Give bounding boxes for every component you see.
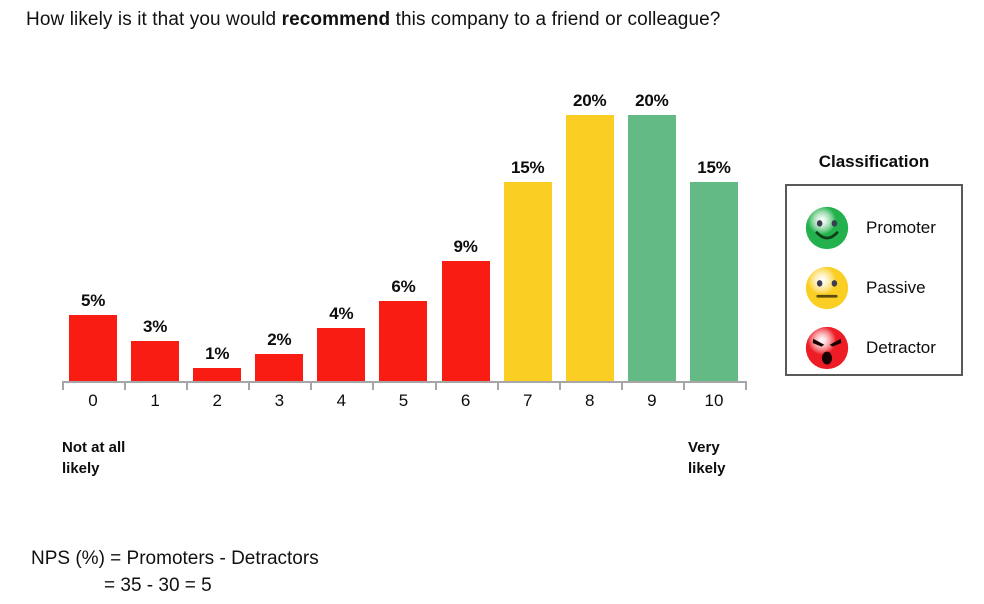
x-axis-labels: 0 1 2 3 4 5 6 7 8 9 10: [62, 391, 746, 417]
x-axis-label: 3: [274, 391, 285, 410]
bar[interactable]: [255, 354, 304, 381]
x-axis-tick: [310, 381, 313, 390]
x-axis-ticks: [62, 381, 747, 390]
nps-formula: NPS (%) = Promoters - Detractors = 35 - …: [31, 545, 319, 599]
x-axis-label: 4: [336, 391, 347, 410]
x-axis-label: 7: [522, 391, 533, 410]
x-axis-tick: [248, 381, 251, 390]
bar[interactable]: [379, 301, 428, 381]
x-axis-label: 8: [585, 391, 595, 410]
axis-anchor-low-line2: likely: [62, 460, 100, 477]
x-axis-label: 5: [398, 391, 409, 410]
bar[interactable]: [193, 367, 242, 381]
bar-value-label: 1%: [205, 343, 230, 363]
bar-value-label: 6%: [391, 277, 416, 297]
legend-item-promoter[interactable]: Promoter: [787, 202, 961, 254]
bar-value-label: 15%: [510, 157, 545, 177]
axis-anchor-high-line2: likely: [688, 460, 726, 477]
axis-anchor-low: Not at all likely: [62, 437, 182, 479]
bar-slot: 9%: [435, 60, 497, 381]
smile-face-icon: [805, 206, 849, 250]
bar-value-label: 4%: [329, 303, 354, 323]
bar-slot: 3%: [124, 60, 186, 381]
x-axis-tick: [434, 381, 437, 390]
x-axis-tick: [186, 381, 189, 390]
bar[interactable]: [503, 181, 552, 381]
bar[interactable]: [441, 261, 490, 381]
x-axis-tick: [745, 381, 747, 390]
bar[interactable]: [131, 341, 180, 381]
axis-anchor-low-line1: Not at all: [62, 439, 126, 456]
bar-slot: 5%: [62, 60, 124, 381]
x-axis-tick: [620, 381, 623, 390]
nps-bar-chart: 5% 3% 1% 2% 4% 6% 9% 15% 20% 20% 15% 0 1 2 3 4 5 6 7 8 9 10 …: [0, 0, 760, 500]
bar-value-label: 20%: [573, 91, 607, 110]
bar-value-label: 2%: [267, 330, 292, 350]
legend-item-label: Detractor: [866, 338, 936, 357]
legend-item-label: Passive: [866, 278, 926, 297]
x-axis-tick: [496, 381, 499, 390]
chart-plot-area: 5% 3% 1% 2% 4% 6% 9% 15% 20% 20% 15%: [62, 60, 745, 381]
bar[interactable]: [565, 115, 614, 381]
bar[interactable]: [69, 314, 118, 381]
nps-formula-line1: NPS (%) = Promoters - Detractors: [31, 548, 319, 569]
x-axis-tick: [558, 381, 561, 390]
bar-value-label: 20%: [635, 91, 669, 110]
x-axis-label: 10: [704, 391, 724, 410]
bar-slot: 4%: [310, 60, 372, 381]
x-axis-tick: [682, 381, 685, 390]
x-axis-label: 0: [88, 391, 98, 410]
bar-value-label: 3%: [143, 317, 168, 337]
nps-formula-line2: = 35 - 30 = 5: [104, 575, 212, 596]
legend-item-passive[interactable]: Passive: [787, 262, 961, 314]
x-axis-label: 6: [460, 391, 471, 410]
bar-slot: 20%: [559, 60, 621, 381]
bar[interactable]: [627, 115, 676, 381]
axis-anchor-high-line1: Very: [688, 439, 720, 456]
bar-slot: 6%: [372, 60, 434, 381]
axis-anchor-high: Very likely: [688, 437, 808, 479]
bar-value-label: 15%: [697, 157, 731, 177]
legend-box: Promoter Passive Detractor: [785, 184, 963, 376]
bar-slot: 20%: [621, 60, 683, 381]
x-axis-tick: [124, 381, 127, 390]
bar-value-label: 9%: [453, 237, 478, 257]
x-axis-label: 2: [212, 391, 222, 410]
x-axis-tick: [62, 381, 64, 390]
bar-slot: 1%: [186, 60, 248, 381]
x-axis-label: 1: [150, 391, 160, 410]
x-axis-tick: [372, 381, 375, 390]
bar-slot: 15%: [683, 60, 745, 381]
x-axis-label: 9: [647, 391, 657, 410]
bar-slot: 15%: [497, 60, 559, 381]
neutral-face-icon: [805, 266, 849, 310]
bar-value-label: 5%: [80, 290, 106, 310]
bar[interactable]: [317, 327, 366, 381]
legend-item-detractor[interactable]: Detractor: [787, 322, 961, 374]
legend-heading: Classification: [818, 152, 930, 171]
angry-face-icon: [805, 326, 849, 370]
legend-item-label: Promoter: [866, 218, 936, 237]
bar-slot: 2%: [248, 60, 310, 381]
bar[interactable]: [689, 181, 738, 381]
